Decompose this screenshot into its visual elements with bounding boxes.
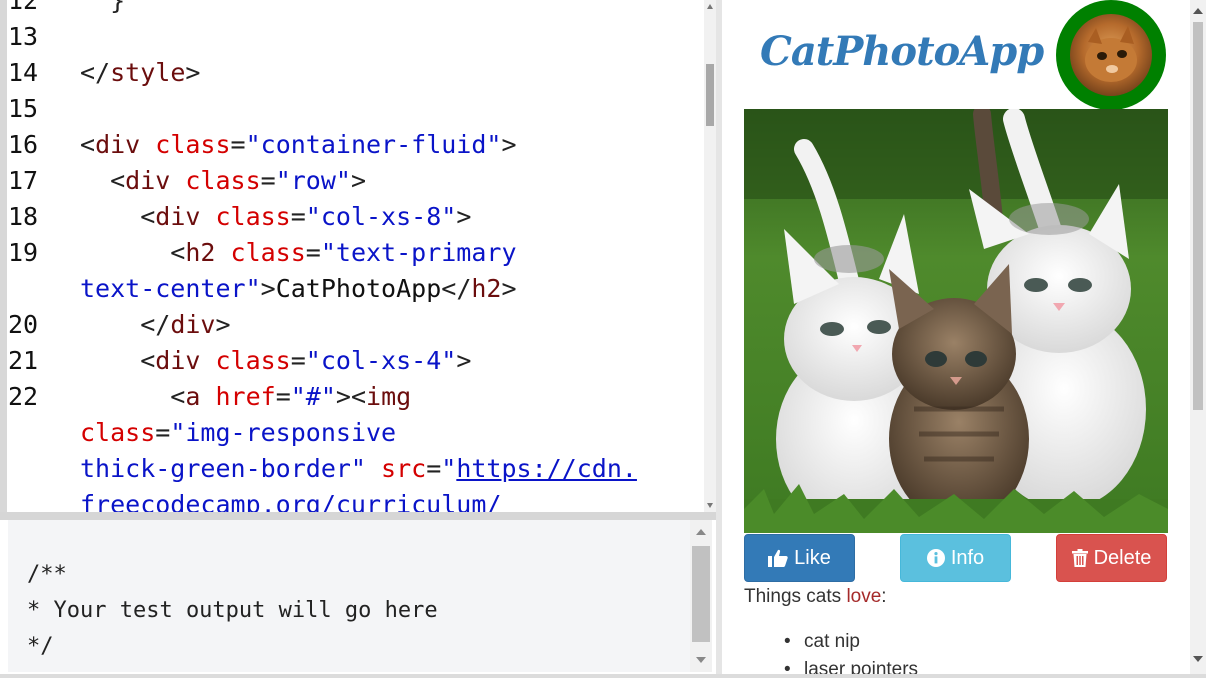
editor-output-splitter[interactable]	[0, 512, 716, 520]
code-editor[interactable]: 12 } 13 14 </style> 15 16 <div class="containe…	[0, 0, 704, 512]
thumbs-up-icon	[768, 549, 788, 567]
delete-button-label: Delete	[1093, 546, 1152, 569]
code-text: <a href="#"><img	[80, 382, 412, 411]
info-button[interactable]: Info	[900, 534, 1011, 582]
avatar-link[interactable]	[1056, 0, 1166, 110]
window-bottom-border	[0, 674, 1206, 678]
preview-pane: CatPhotoApp Like Info Delete Things cats…	[722, 0, 1190, 678]
list-heading: Things cats love:	[744, 586, 887, 608]
list-heading-suffix: :	[881, 586, 887, 607]
avatar	[1070, 14, 1152, 96]
code-text: <div class="container-fluid">	[80, 130, 517, 159]
line-number: 21	[8, 346, 39, 375]
trash-icon	[1071, 549, 1088, 567]
output-line: * Your test output will go here	[27, 598, 438, 623]
code-text: class="img-responsive	[80, 418, 397, 447]
scroll-down-arrow-icon[interactable]	[696, 657, 706, 663]
list-heading-love: love	[846, 586, 882, 607]
info-button-label: Info	[950, 546, 985, 569]
line-number: 20	[8, 310, 39, 339]
scroll-up-arrow-icon[interactable]	[707, 4, 713, 9]
output-scrollbar[interactable]	[690, 520, 712, 672]
code-text: thick-green-border" src="https://cdn.	[80, 454, 637, 483]
output-line: /**	[27, 562, 67, 587]
code-text: </div>	[80, 310, 231, 339]
code-text: }	[80, 0, 126, 15]
line-number: 17	[8, 166, 39, 195]
code-text: </style>	[80, 58, 201, 87]
line-number: 15	[8, 94, 39, 123]
scroll-down-arrow-icon[interactable]	[707, 503, 713, 508]
kitten-avatar-picture	[1085, 26, 1137, 82]
code-text: <h2 class="text-primary	[80, 238, 517, 267]
line-number: 12	[8, 0, 39, 15]
delete-button[interactable]: Delete	[1056, 534, 1167, 582]
editor-left-edge	[0, 0, 7, 512]
like-button[interactable]: Like	[744, 534, 855, 582]
cat-likes-list: cat nip laser pointers	[784, 628, 918, 678]
code-text: text-center">CatPhotoApp</h2>	[80, 274, 517, 303]
scroll-up-arrow-icon[interactable]	[1193, 8, 1203, 14]
line-number: 18	[8, 202, 39, 231]
code-text: <div class="col-xs-4">	[80, 346, 472, 375]
line-number: 16	[8, 130, 39, 159]
line-number: 14	[8, 58, 39, 87]
code-text: freecodecamp.org/curriculum/	[80, 490, 502, 512]
info-circle-icon	[926, 549, 945, 567]
code-text: <div class="col-xs-8">	[80, 202, 472, 231]
preview-scrollbar[interactable]	[1190, 0, 1206, 678]
editor-scroll-thumb[interactable]	[706, 64, 714, 126]
test-output-panel: /** * Your test output will go here */	[8, 520, 690, 672]
line-number: 13	[8, 22, 39, 51]
cat-photo[interactable]	[744, 109, 1168, 533]
output-line: */	[27, 634, 54, 659]
list-heading-prefix: Things cats	[744, 586, 847, 607]
line-number: 19	[8, 238, 39, 267]
line-number: 22	[8, 382, 39, 411]
scroll-up-arrow-icon[interactable]	[696, 529, 706, 535]
preview-scroll-thumb[interactable]	[1193, 22, 1203, 410]
like-button-label: Like	[794, 546, 831, 569]
code-text: <div class="row">	[80, 166, 367, 195]
output-scroll-thumb[interactable]	[692, 546, 710, 642]
page-title: CatPhotoApp	[760, 28, 1044, 75]
list-item: cat nip	[784, 628, 918, 656]
editor-scrollbar[interactable]	[704, 0, 716, 512]
scroll-down-arrow-icon[interactable]	[1193, 656, 1203, 662]
kittens-in-grass-picture	[744, 109, 1168, 533]
